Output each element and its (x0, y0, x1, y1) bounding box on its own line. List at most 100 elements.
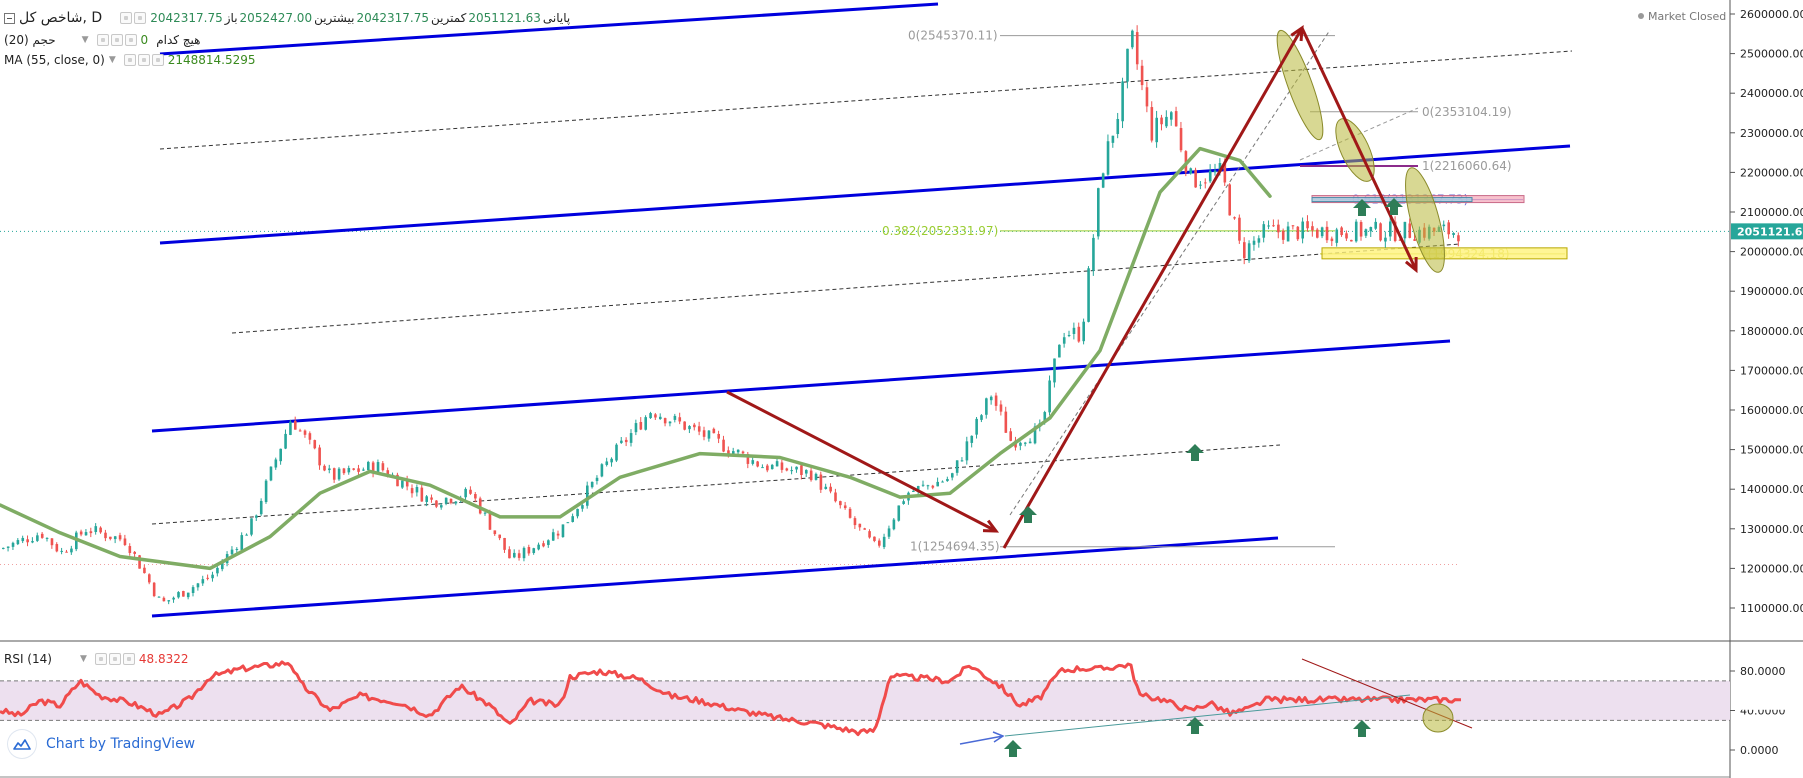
candle-down (994, 395, 998, 406)
visibility-toggle-icon[interactable] (94, 653, 107, 665)
candle-down (1009, 431, 1012, 441)
rsi-axis-label: 80.0000 (1740, 665, 1786, 678)
fib-level-label: 0(2353104.19) (1422, 105, 1512, 119)
candle-up (1213, 170, 1217, 173)
candle-up (440, 505, 443, 508)
rsi-legend-controls[interactable] (94, 653, 135, 665)
candle-up (196, 583, 200, 588)
ma-legend-controls[interactable] (123, 54, 164, 66)
candle-down (654, 414, 657, 418)
candle-down (1228, 184, 1231, 216)
visibility-toggle-icon[interactable] (120, 12, 133, 24)
candle-up (936, 481, 939, 487)
candle-down (1408, 223, 1412, 238)
candle-up (1121, 81, 1124, 122)
close-icon[interactable] (122, 653, 135, 665)
chart-canvas[interactable]: 0(2545370.11) 1(1254694.35) 0.382(2052331.… (0, 0, 1803, 778)
candle-down (99, 527, 102, 533)
candle-down (65, 551, 68, 553)
settings-icon[interactable] (137, 54, 150, 66)
settings-icon[interactable] (110, 34, 123, 46)
candle-up (1199, 184, 1202, 186)
candle-up (289, 421, 292, 435)
candle-down (1272, 225, 1275, 227)
candle-up (960, 460, 964, 462)
candle-up (882, 536, 886, 548)
candle-up (1126, 48, 1129, 82)
candle-up (1374, 221, 1377, 229)
open-value: 2042317.75 (150, 11, 223, 25)
candle-down (148, 574, 151, 583)
candle-down (1350, 239, 1353, 242)
candle-down (133, 551, 136, 554)
candle-up (211, 574, 214, 579)
candle-up (264, 480, 268, 503)
candle-down (766, 465, 769, 471)
candle-down (663, 418, 667, 424)
settings-icon[interactable] (134, 12, 147, 24)
settings-icon[interactable] (108, 653, 121, 665)
candle-down (1281, 230, 1285, 240)
candle-down (488, 512, 492, 530)
candle-down (839, 501, 842, 506)
visibility-toggle-icon[interactable] (96, 34, 109, 46)
candle-up (201, 579, 205, 584)
legend-controls[interactable] (120, 12, 147, 24)
candle-down (323, 465, 326, 471)
fib-level-label: 0.382(2052331.97) (882, 224, 998, 238)
candle-down (1306, 221, 1309, 229)
candle-up (1247, 243, 1251, 261)
volume-name: حجم (20) (4, 33, 56, 47)
candle-down (1160, 117, 1163, 125)
open-label: باز (224, 11, 238, 25)
candle-up (615, 444, 618, 461)
candle-down (1447, 222, 1450, 235)
candle-up (1101, 173, 1105, 188)
candle-up (707, 430, 711, 439)
candle-down (308, 433, 312, 440)
candle-down (503, 537, 506, 550)
candle-down (878, 540, 881, 546)
chevron-down-icon[interactable]: ▼ (80, 654, 87, 664)
candle-down (1204, 182, 1207, 184)
candle-up (279, 448, 282, 462)
tradingview-branding[interactable]: Chart by TradingView (8, 729, 195, 759)
candle-up (230, 549, 234, 555)
buy-signal-arrow-icon (1353, 720, 1371, 737)
candle-down (829, 486, 832, 492)
collapse-button[interactable] (4, 12, 15, 24)
candle-down (556, 533, 560, 536)
chevron-down-icon[interactable]: ▼ (109, 55, 116, 65)
volume-legend-controls[interactable] (96, 34, 137, 46)
candle-down (40, 533, 44, 538)
visibility-toggle-icon[interactable] (123, 54, 136, 66)
candle-up (1028, 441, 1032, 444)
candle-up (269, 466, 273, 481)
candle-down (683, 421, 686, 430)
candle-up (790, 470, 793, 472)
candle-down (303, 430, 307, 435)
candle-up (70, 548, 73, 553)
candle-down (1457, 235, 1460, 242)
candle-up (347, 468, 351, 473)
candle-down (697, 426, 701, 432)
rsi-axis-label: 0.0000 (1740, 744, 1779, 757)
candle-up (21, 537, 25, 542)
candle-down (780, 462, 784, 470)
candle-down (128, 546, 132, 553)
candle-down (848, 508, 852, 518)
candle-down (1135, 32, 1139, 65)
close-icon[interactable] (124, 34, 137, 46)
fib-level-label: 1(1254694.35) (910, 540, 1000, 554)
candle-down (1238, 217, 1241, 241)
candle-up (605, 461, 609, 465)
price-axis-label: 2200000.00 (1740, 166, 1803, 179)
candle-down (430, 497, 433, 500)
ma-legend: MA (55, close, 0) ▼ 2148814.5295 (4, 51, 256, 69)
candle-down (678, 417, 682, 422)
close-icon[interactable] (151, 54, 164, 66)
candle-up (970, 435, 974, 443)
chevron-down-icon[interactable]: ▼ (82, 35, 89, 45)
candle-up (1354, 221, 1358, 242)
candle-up (571, 516, 574, 522)
